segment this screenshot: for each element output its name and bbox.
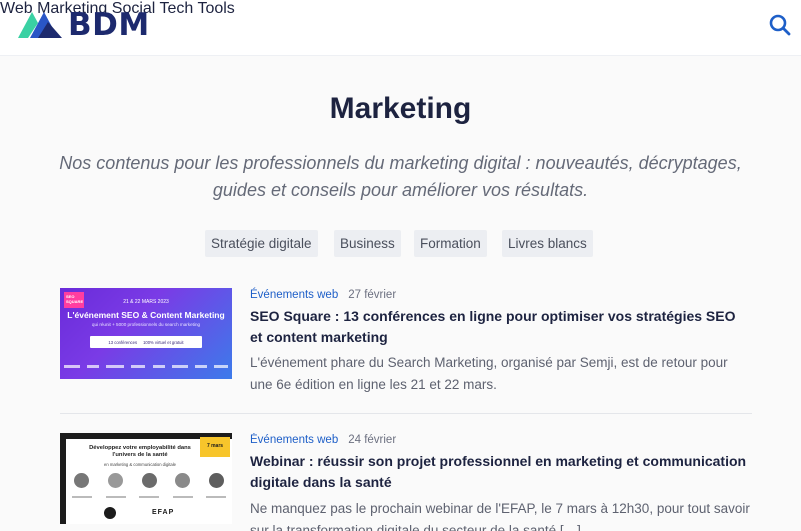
nav-item-tech[interactable]: Tech bbox=[160, 0, 194, 17]
thumb-sub: en marketing & communication digitale bbox=[104, 462, 176, 467]
article-card[interactable]: 7 mars Développez votre employabilité da… bbox=[60, 433, 752, 531]
thumb-brand: EFAP bbox=[152, 509, 175, 516]
article-category[interactable]: Événements web bbox=[250, 434, 338, 446]
tag-business[interactable]: Business bbox=[334, 230, 401, 257]
article-meta: Événements web 24 février bbox=[250, 433, 396, 447]
article-excerpt: Ne manquez pas le prochain webinar de l'… bbox=[250, 501, 750, 531]
page-intro: Nos contenus pour les professionnels du … bbox=[59, 153, 742, 200]
page-title: Marketing bbox=[329, 92, 472, 125]
thumb-dates: 21 & 22 MARS 2023 bbox=[123, 299, 169, 305]
tag-livres-blancs[interactable]: Livres blancs bbox=[502, 230, 593, 257]
article-thumbnail[interactable]: 7 mars Développez votre employabilité da… bbox=[60, 433, 232, 524]
logo-mark-icon bbox=[18, 12, 62, 38]
article-date: 27 février bbox=[348, 289, 397, 301]
thumb-partner-logos bbox=[64, 358, 228, 374]
thumb-pill: 13 conférences bbox=[108, 339, 138, 345]
tag-formation[interactable]: Formation bbox=[414, 230, 487, 257]
thumb-date-badge: 7 mars bbox=[200, 437, 230, 457]
thumb-left-band bbox=[60, 439, 66, 524]
site-header: BDM Web Marketing Social Tech Tools bbox=[0, 0, 801, 56]
nav-item-tools[interactable]: Tools bbox=[197, 0, 234, 17]
article-card[interactable]: SEO SQUARE 21 & 22 MARS 2023 L'événement… bbox=[60, 288, 752, 398]
thumb-partner-logo bbox=[104, 507, 116, 519]
thumb-pill-bar: 13 conférences 100% virtuel et gratuit bbox=[90, 336, 202, 348]
thumb-headline: Développez votre employabilité dans l'un… bbox=[89, 445, 191, 458]
tag-strategie-digitale[interactable]: Stratégie digitale bbox=[205, 230, 318, 257]
site-logo[interactable]: BDM bbox=[18, 7, 150, 43]
article-meta: Événements web 27 février bbox=[250, 288, 396, 302]
article-title[interactable]: Webinar : réussir son projet professionn… bbox=[250, 451, 750, 493]
article-thumbnail[interactable]: SEO SQUARE 21 & 22 MARS 2023 L'événement… bbox=[60, 288, 232, 379]
article-category[interactable]: Événements web bbox=[250, 289, 338, 301]
thumb-speakers bbox=[74, 473, 224, 489]
search-icon[interactable] bbox=[769, 14, 791, 36]
article-title[interactable]: SEO Square : 13 conférences en ligne pou… bbox=[250, 306, 750, 348]
thumb-headline: L'événement SEO & Content Marketing bbox=[67, 310, 225, 320]
article-date: 24 février bbox=[348, 434, 397, 446]
article-excerpt: L'événement phare du Search Marketing, o… bbox=[250, 355, 728, 392]
thumb-speaker-names bbox=[72, 493, 226, 501]
logo-text: BDM bbox=[68, 7, 150, 43]
article-divider bbox=[60, 413, 752, 414]
thumb-subline: qui réunit + 5000 professionnels du sear… bbox=[91, 322, 201, 327]
thumb-pill: 100% virtuel et gratuit bbox=[143, 339, 184, 345]
